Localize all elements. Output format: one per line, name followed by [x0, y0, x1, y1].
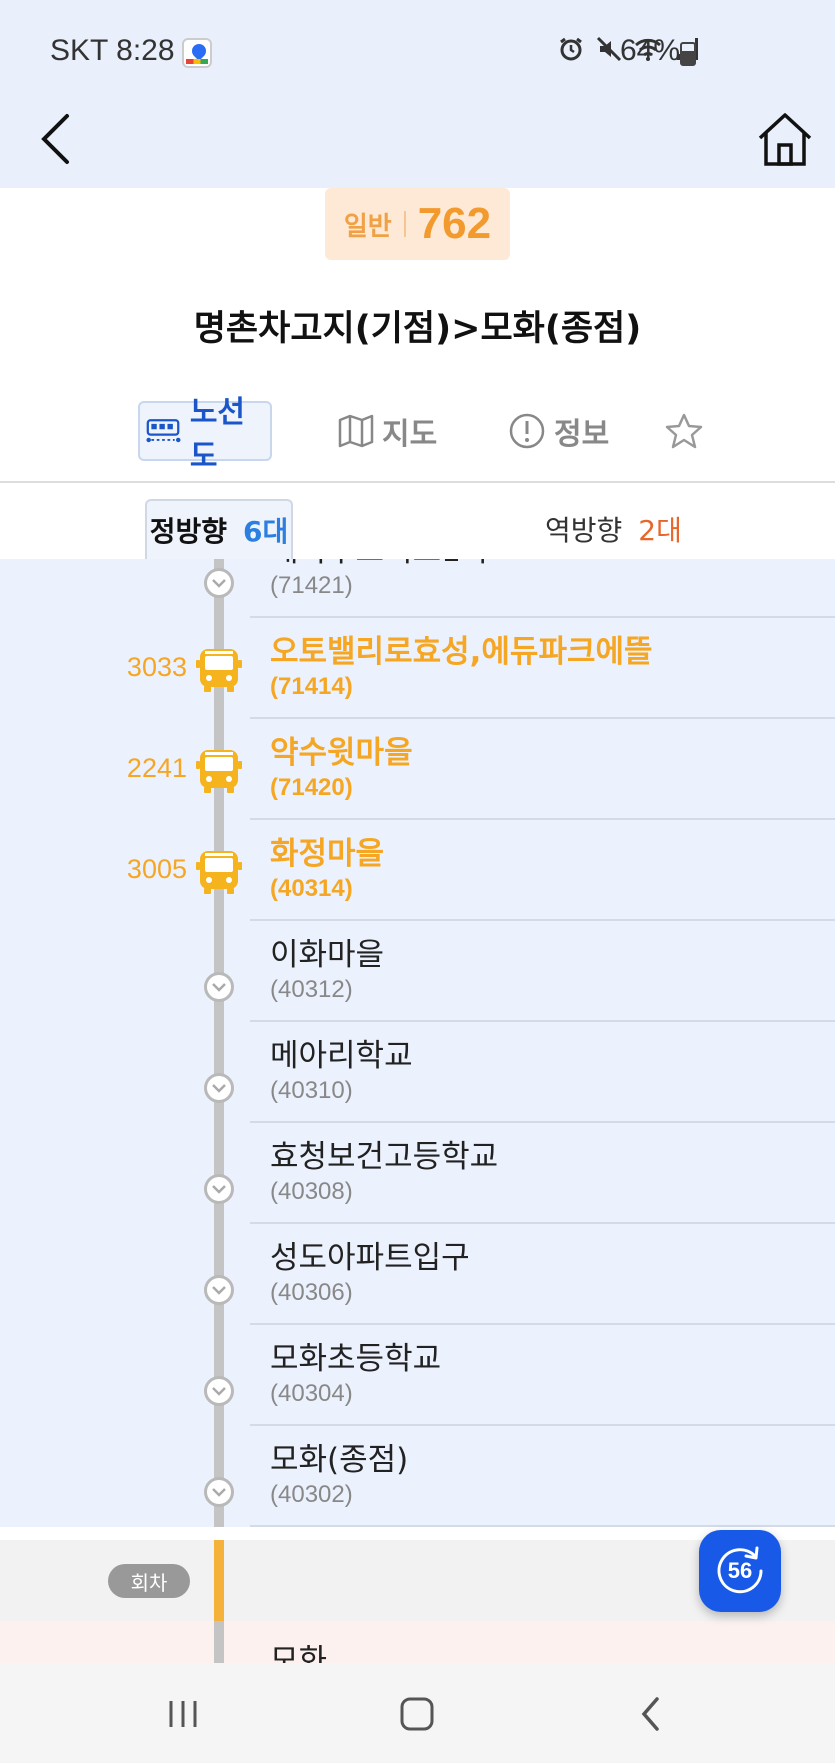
battery-icon: [680, 42, 696, 66]
turnaround-badge: 회차: [108, 1564, 190, 1598]
back-nav-icon: [641, 1697, 659, 1731]
stop-row[interactable]: 효청보건고등학교 (40308): [0, 1123, 835, 1224]
stop-row[interactable]: 성도아파트입구 (40306): [0, 1224, 835, 1325]
stop-node-icon: [204, 1174, 234, 1204]
stop-node-icon: [204, 568, 234, 598]
stop-name: 메아리학교: [270, 1038, 413, 1074]
route-number: 762: [417, 199, 492, 248]
bus-route-icon: [146, 419, 181, 443]
stop-id: (71414): [270, 673, 353, 700]
alarm-icon: [560, 37, 582, 61]
stop-id: (40302): [270, 1481, 353, 1508]
recent-apps-icon: [169, 1701, 197, 1727]
bus-vehicle-number: 3005: [126, 854, 187, 884]
stop-row[interactable]: 2241 약수윗마을 (71420): [0, 719, 835, 820]
refresh-countdown: 56: [727, 1558, 753, 1583]
direction-tabs: 정방향 6대 역방향 2대: [0, 483, 835, 559]
stop-row[interactable]: 모화(종점) (40302): [0, 1426, 835, 1527]
tab-map[interactable]: 지도: [338, 401, 437, 461]
carrier-time: SKT 8:28: [50, 34, 175, 67]
stop-row[interactable]: 메아리학교 (40310): [0, 1022, 835, 1123]
stop-name: 오토밸리로효성,에듀파크에뜰: [270, 634, 653, 670]
chevron-left-icon: [41, 114, 69, 164]
stop-node-icon: [204, 1275, 234, 1305]
bus-vehicle-number: 2241: [126, 753, 187, 783]
tab-forward-direction[interactable]: 정방향 6대: [145, 499, 293, 559]
stop-row[interactable]: 3005 화정마을 (40314): [0, 820, 835, 921]
home-nav-button[interactable]: [387, 1689, 447, 1739]
battery-percent: 64%: [620, 34, 681, 67]
maps-notification-icon: [182, 38, 212, 68]
stop-name: 모화(종점): [270, 1442, 409, 1478]
forward-bus-count: 6대: [243, 515, 289, 548]
route-badge-separator: [403, 211, 406, 237]
stop-node-icon: [204, 1477, 234, 1507]
bus-icon[interactable]: [196, 848, 242, 896]
reverse-stop-row[interactable]: 모화: [0, 1621, 835, 1663]
reverse-label: 역방향: [545, 514, 623, 547]
tab-route-map[interactable]: 노선도: [138, 395, 272, 474]
home-button[interactable]: [752, 104, 818, 174]
stop-id: (40304): [270, 1380, 353, 1407]
route-badge: 일반 762: [325, 188, 510, 260]
main-tabs: 노선도 지도 정보: [0, 395, 835, 474]
system-nav-bar: [0, 1663, 835, 1763]
status-bar: SKT 8:28 64%: [0, 0, 835, 104]
turnaround-line: [214, 1540, 224, 1621]
refresh-button[interactable]: 56: [699, 1530, 781, 1612]
stop-list: 매곡부르지오1차 (71421) 3033 오토밸리로효성,에듀파크에뜰 (71…: [0, 559, 835, 1663]
stop-row[interactable]: 3033 오토밸리로효성,에듀파크에뜰 (71414): [0, 618, 835, 719]
star-icon: [665, 413, 703, 449]
reverse-bus-count: 2대: [638, 514, 682, 547]
stop-node-icon: [204, 972, 234, 1002]
tab-map-label: 지도: [382, 417, 438, 452]
bus-icon[interactable]: [196, 747, 242, 795]
mute-icon: [596, 36, 622, 62]
tab-route-map-label: 노선도: [189, 395, 246, 474]
stop-id: (40306): [270, 1279, 353, 1306]
stop-name: 성도아파트입구: [270, 1240, 470, 1276]
stop-id: (71420): [270, 774, 353, 801]
forward-label: 정방향: [149, 515, 228, 548]
favorite-button[interactable]: [662, 409, 706, 453]
tab-info-label: 정보: [554, 417, 610, 452]
stop-node-icon: [204, 1073, 234, 1103]
back-nav-button[interactable]: [621, 1689, 681, 1739]
stop-name: 화정마을: [270, 836, 385, 872]
home-icon: [758, 113, 812, 166]
stop-name: 이화마을: [270, 937, 385, 973]
stop-id: (40314): [270, 875, 353, 902]
tab-info[interactable]: 정보: [508, 401, 609, 461]
tab-reverse-direction[interactable]: 역방향 2대: [545, 499, 682, 559]
bus-vehicle-number: 3033: [126, 652, 187, 682]
stop-row[interactable]: 모화초등학교 (40304): [0, 1325, 835, 1426]
back-button[interactable]: [30, 104, 80, 174]
route-line: [214, 1621, 224, 1663]
stop-id: (40312): [270, 976, 353, 1003]
stop-row[interactable]: 이화마을 (40312): [0, 921, 835, 1022]
route-name: 명촌차고지(기점)>모화(종점): [193, 309, 642, 349]
stop-name: 약수윗마을: [270, 735, 413, 771]
stop-name: 효청보건고등학교: [270, 1139, 499, 1175]
stop-id: (71421): [270, 572, 353, 599]
map-icon: [338, 414, 374, 448]
stop-node-icon: [204, 1376, 234, 1406]
stop-name: 모화: [270, 1643, 328, 1663]
bus-icon[interactable]: [196, 646, 242, 694]
info-icon: [509, 413, 545, 449]
route-type: 일반: [343, 211, 392, 242]
stop-id: (40308): [270, 1178, 353, 1205]
stop-row[interactable]: 매곡부르지오1차 (71421): [0, 559, 835, 618]
stop-id: (40310): [270, 1077, 353, 1104]
row-separator: [250, 1525, 835, 1527]
recent-apps-button[interactable]: [153, 1689, 213, 1739]
home-nav-icon: [400, 1697, 434, 1731]
stop-name: 매곡부르지오1차: [270, 559, 489, 570]
stop-name: 모화초등학교: [270, 1341, 442, 1377]
